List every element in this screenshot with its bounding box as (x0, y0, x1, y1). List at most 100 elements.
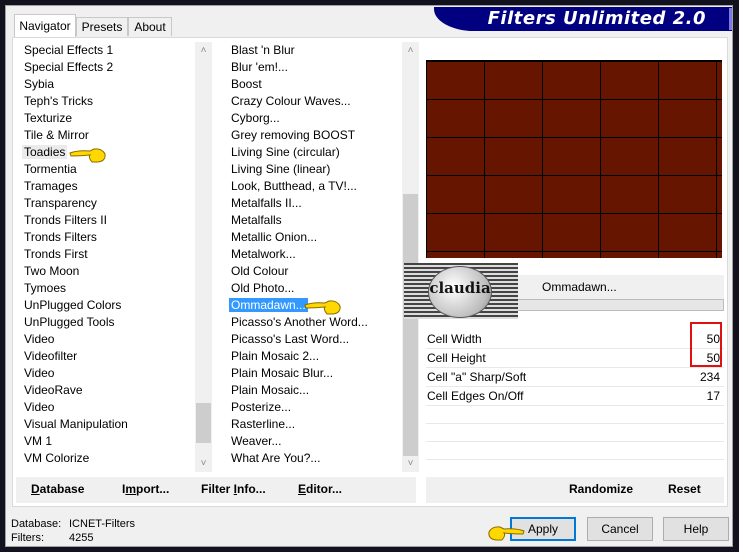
item-label: Teph's Tricks (24, 94, 93, 108)
filter-item[interactable]: Picasso's Last Word... (223, 331, 401, 348)
parameter-row[interactable]: Cell Height 50 (426, 349, 724, 368)
item-label: Video (24, 332, 55, 346)
scroll-up-icon[interactable]: ˄ (402, 42, 419, 59)
filter-item[interactable]: Grey removing BOOST (223, 127, 401, 144)
editor-button[interactable]: Editor... (298, 482, 342, 496)
item-label: What Are You?... (231, 451, 321, 465)
item-label: Plain Mosaic 2... (231, 349, 320, 363)
category-item[interactable]: Video (16, 399, 194, 416)
scroll-thumb[interactable] (196, 403, 211, 443)
filter-scrollbar[interactable]: ˄ ˅ (402, 42, 419, 472)
category-item[interactable]: Special Effects 2 (16, 59, 194, 76)
category-item[interactable]: UnPlugged Colors (16, 297, 194, 314)
help-button[interactable]: Help (663, 517, 729, 541)
scroll-down-icon[interactable]: ˅ (195, 455, 212, 472)
filter-item[interactable]: Living Sine (circular) (223, 144, 401, 161)
filter-item[interactable]: Picasso's Another Word... (223, 314, 401, 331)
filter-item[interactable]: Plain Mosaic... (223, 382, 401, 399)
tab-navigator[interactable]: Navigator (14, 14, 76, 37)
reset-button[interactable]: Reset (668, 482, 701, 496)
item-label: Living Sine (linear) (231, 162, 331, 176)
item-label: Picasso's Last Word... (231, 332, 350, 346)
category-item[interactable]: Video (16, 331, 194, 348)
category-item[interactable]: Two Moon (16, 263, 194, 280)
cancel-button[interactable]: Cancel (587, 517, 653, 541)
filter-item[interactable]: Plain Mosaic Blur... (223, 365, 401, 382)
item-label: Sybia (24, 77, 55, 91)
category-item[interactable]: Tronds Filters (16, 229, 194, 246)
filter-item[interactable]: Blast 'n Blur (223, 42, 401, 59)
current-filter-name: Ommadawn... (542, 280, 617, 294)
item-label: Crazy Colour Waves... (231, 94, 351, 108)
parameter-label: Cell Width (427, 332, 482, 346)
category-item[interactable]: Visual Manipulation (16, 416, 194, 433)
database-button[interactable]: Database (31, 482, 84, 496)
app-title: Filters Unlimited 2.0 (487, 8, 706, 29)
category-list[interactable]: Special Effects 1 Special Effects 2 Sybia T… (16, 42, 194, 472)
parameter-row[interactable]: Cell Width 50 (426, 330, 724, 349)
item-label: VM Colorize (24, 451, 90, 465)
status-database: Database: ICNET-Filters (11, 518, 135, 530)
category-item[interactable]: Tile & Mirror (16, 127, 194, 144)
category-item[interactable]: Sybia (16, 76, 194, 93)
filter-item[interactable]: Rasterline... (223, 416, 401, 433)
filter-item[interactable]: Metallic Onion... (223, 229, 401, 246)
category-item[interactable]: VM Colorize (16, 450, 194, 467)
category-scrollbar[interactable]: ˄ ˅ (195, 42, 212, 472)
category-item[interactable]: VideoRave (16, 382, 194, 399)
empty-param-row (426, 406, 724, 424)
category-item[interactable]: Tronds Filters II (16, 212, 194, 229)
import-button[interactable]: Import... (122, 482, 169, 496)
category-item[interactable]: Texturize (16, 110, 194, 127)
scroll-thumb[interactable] (403, 194, 418, 456)
item-label: Blur 'em!... (231, 60, 288, 74)
filter-item[interactable]: Cyborg... (223, 110, 401, 127)
filter-item[interactable]: Metalfalls II... (223, 195, 401, 212)
empty-param-row (426, 424, 724, 442)
filter-info-button[interactable]: Filter Info... (201, 482, 266, 496)
category-item[interactable]: Special Effects 1 (16, 42, 194, 59)
filter-item[interactable]: Metalfalls (223, 212, 401, 229)
filter-list[interactable]: Blast 'n Blur Blur 'em!... Boost Crazy Colo… (223, 42, 401, 472)
item-label: Look, Butthead, a TV!... (231, 179, 357, 193)
scroll-up-icon[interactable]: ˄ (195, 42, 212, 59)
item-label: Picasso's Another Word... (231, 315, 368, 329)
category-item[interactable]: VM 1 (16, 433, 194, 450)
category-item[interactable]: Tronds First (16, 246, 194, 263)
filter-item[interactable]: Crazy Colour Waves... (223, 93, 401, 110)
filter-item[interactable]: Metalwork... (223, 246, 401, 263)
filter-item[interactable]: Living Sine (linear) (223, 161, 401, 178)
category-item[interactable]: Transparency (16, 195, 194, 212)
category-item[interactable]: Tymoes (16, 280, 194, 297)
filter-item[interactable]: Look, Butthead, a TV!... (223, 178, 401, 195)
category-item[interactable]: Video (16, 365, 194, 382)
parameter-value[interactable]: 234 (700, 368, 720, 386)
filters-count: 4255 (69, 532, 94, 544)
item-label: Visual Manipulation (24, 417, 128, 431)
item-label: Tymoes (24, 281, 67, 295)
tab-presets[interactable]: Presets (76, 17, 128, 36)
item-label: Tronds Filters II (24, 213, 107, 227)
filter-item[interactable]: Weaver... (223, 433, 401, 450)
tab-about[interactable]: About (128, 17, 172, 36)
item-label: Metalfalls (231, 213, 282, 227)
item-label: Texturize (24, 111, 73, 125)
filter-item[interactable]: Posterize... (223, 399, 401, 416)
category-item[interactable]: Tramages (16, 178, 194, 195)
category-item[interactable]: Teph's Tricks (16, 93, 194, 110)
filter-item[interactable]: Plain Mosaic 2... (223, 348, 401, 365)
category-item[interactable]: UnPlugged Tools (16, 314, 194, 331)
empty-param-row (426, 442, 724, 460)
parameter-row[interactable]: Cell "a" Sharp/Soft 234 (426, 368, 724, 387)
filter-item[interactable]: What Are You?... (223, 450, 401, 467)
filter-item[interactable]: Blur 'em!... (223, 59, 401, 76)
parameter-row[interactable]: Cell Edges On/Off 17 (426, 387, 724, 406)
filter-item[interactable]: Boost (223, 76, 401, 93)
category-item[interactable]: Videofilter (16, 348, 194, 365)
scroll-down-icon[interactable]: ˅ (402, 455, 419, 472)
filter-item[interactable]: Old Colour (223, 263, 401, 280)
randomize-button[interactable]: Randomize (569, 482, 633, 496)
filter-item[interactable]: Old Photo... (223, 280, 401, 297)
banner-edge (729, 8, 732, 30)
parameter-value[interactable]: 17 (707, 387, 720, 405)
